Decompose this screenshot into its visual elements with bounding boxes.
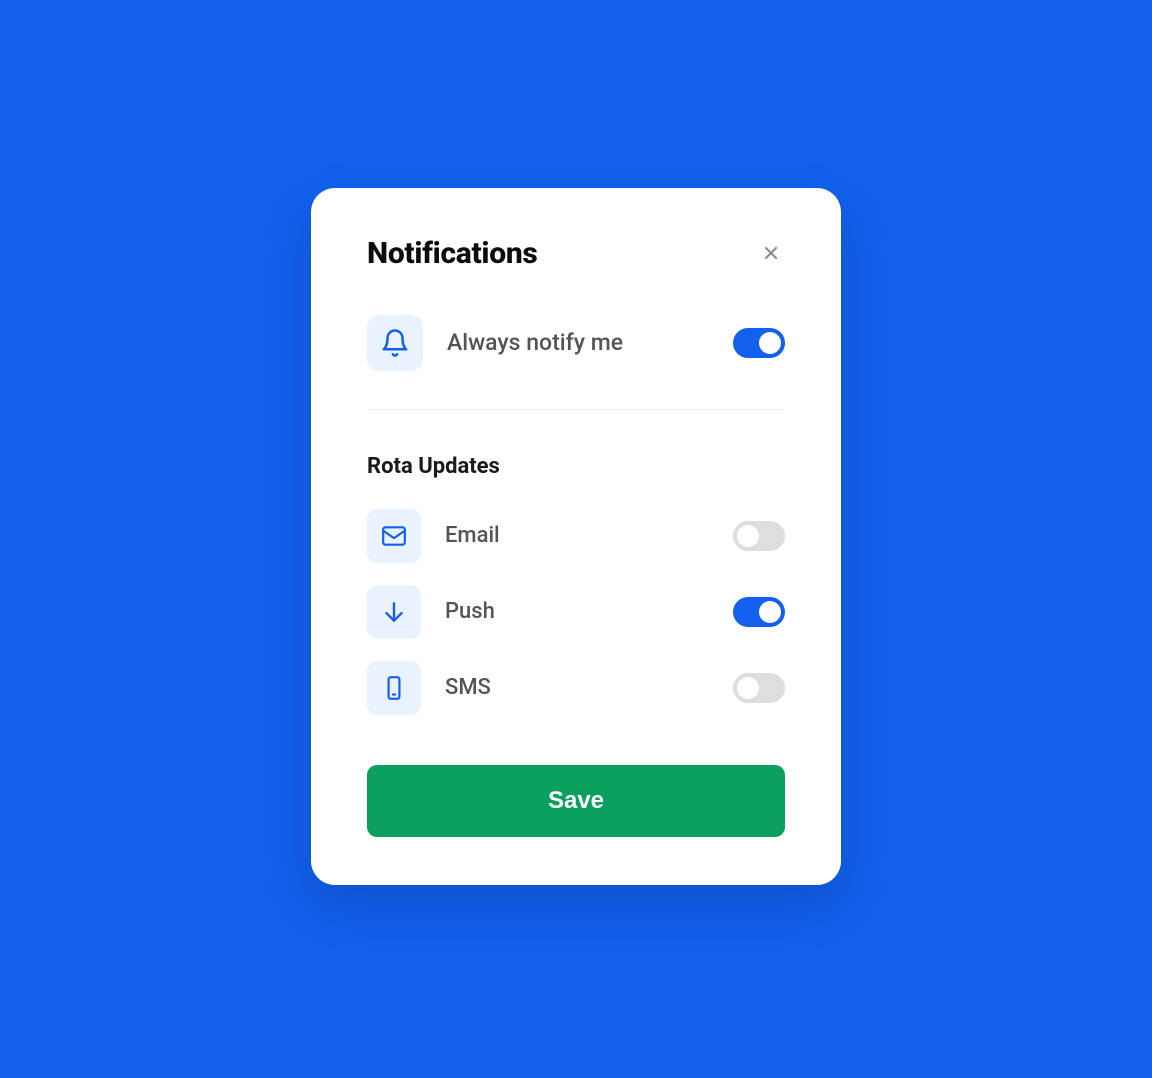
section-title: Rota Updates (367, 454, 785, 479)
always-notify-row: Always notify me (367, 315, 785, 371)
option-left: Email (367, 509, 500, 563)
divider (367, 409, 785, 410)
save-button[interactable]: Save (367, 765, 785, 837)
icon-box (367, 585, 421, 639)
bell-icon (380, 328, 410, 358)
sms-option-row: SMS (367, 661, 785, 715)
always-notify-toggle[interactable] (733, 328, 785, 358)
toggle-knob (737, 677, 759, 699)
always-notify-label: Always notify me (447, 329, 623, 356)
sms-label: SMS (445, 675, 491, 700)
envelope-icon (381, 523, 407, 549)
toggle-knob (737, 525, 759, 547)
options-list: Email Push (367, 509, 785, 715)
email-toggle[interactable] (733, 521, 785, 551)
close-button[interactable] (757, 239, 785, 267)
icon-box (367, 315, 423, 371)
icon-box (367, 509, 421, 563)
push-toggle[interactable] (733, 597, 785, 627)
option-left: SMS (367, 661, 491, 715)
notifications-modal: Notifications Always notify me Rota Upda… (311, 188, 841, 885)
push-label: Push (445, 599, 495, 624)
toggle-knob (759, 601, 781, 623)
email-label: Email (445, 523, 500, 548)
icon-box (367, 661, 421, 715)
email-option-row: Email (367, 509, 785, 563)
close-icon (761, 243, 781, 263)
option-left: Always notify me (367, 315, 623, 371)
toggle-knob (759, 332, 781, 354)
arrow-down-icon (381, 599, 407, 625)
phone-icon (381, 675, 407, 701)
modal-title: Notifications (367, 236, 538, 271)
sms-toggle[interactable] (733, 673, 785, 703)
modal-header: Notifications (367, 236, 785, 271)
push-option-row: Push (367, 585, 785, 639)
option-left: Push (367, 585, 495, 639)
